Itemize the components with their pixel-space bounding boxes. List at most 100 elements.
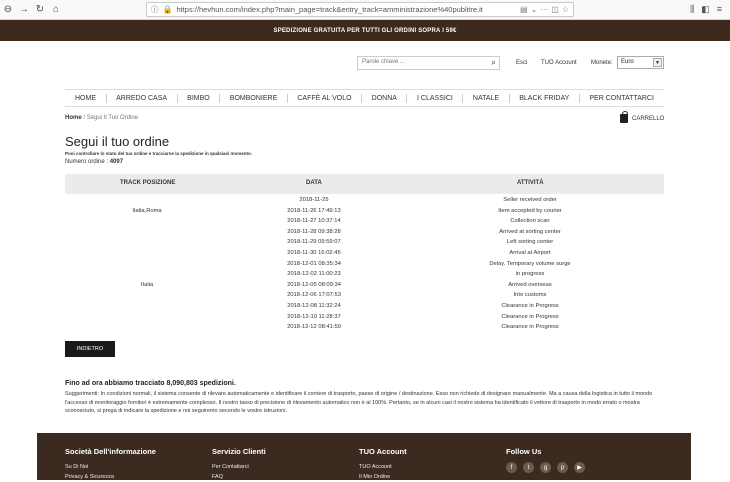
chevron-down-icon: ▼ [653, 58, 662, 67]
forward-icon[interactable]: → [16, 4, 32, 15]
page-title: Segui il tuo ordine [65, 134, 170, 149]
row-date: 2018-12-10 11:28:37 [287, 313, 341, 320]
row-activity: Clearance in Progress [501, 324, 559, 331]
more-icon[interactable]: ··· [540, 5, 548, 14]
row-position: Italia,Roma [132, 207, 162, 214]
row-date: 2018-12-05 08:09:34 [287, 281, 341, 288]
cart-link[interactable]: CARRELLO [620, 111, 665, 123]
browser-toolbar: ⊖ → ↻ ⌂ ⓘ 🔒 https://hevhun.com/index.php… [0, 0, 730, 20]
row-activity: Clearance in Progress [501, 303, 559, 309]
row-activity: Clearance in Progress [501, 313, 559, 320]
row-activity: in progress [515, 271, 545, 278]
menu-icon[interactable]: ≡ [717, 4, 722, 15]
url-bar[interactable]: ⓘ 🔒 https://hevhun.com/index.php?main_pa… [146, 2, 574, 17]
youtube-icon[interactable]: ▶ [574, 462, 585, 473]
header-activity: ATTIVITÀ [517, 180, 544, 186]
footer-col-info: Società Dell'informazione Su Di Noi Priv… [65, 447, 156, 482]
library-icon[interactable]: ⫼ [690, 4, 694, 15]
pinterest-icon[interactable]: p [557, 462, 568, 473]
pocket-icon[interactable]: ◫ [551, 5, 559, 14]
stats-text: Fino ad ora abbiamo tracciato 8,090,803 … [65, 380, 236, 387]
row-date: 2018-12-01 08:35:34 [287, 260, 341, 267]
home-icon[interactable]: ⌂ [48, 4, 64, 15]
nav-contatti[interactable]: PER CONTATTARCI [589, 95, 654, 102]
search-icon[interactable]: ⌕ [491, 57, 496, 68]
footer-link[interactable]: Privacy & Sicurezza [65, 472, 156, 482]
order-value: 4097 [109, 159, 124, 165]
footer-link[interactable]: Il Mio Ordine [359, 472, 407, 482]
nav-bomboniere[interactable]: BOMBONIERE [230, 95, 277, 102]
row-date: 2018-11-26 17:49:13 [287, 207, 341, 214]
nav-home[interactable]: HOME [75, 95, 96, 102]
currency-value: Euro [621, 59, 634, 65]
footer-link[interactable]: FAQ [212, 472, 266, 482]
nav-black-friday[interactable]: BLACK FRIDAY [519, 95, 569, 102]
social-icons: f t g p ▶ [506, 462, 585, 473]
order-number: Numero ordine : 4097 [65, 159, 123, 165]
row-activity: Arrival at Airport [509, 250, 551, 256]
nav-donna[interactable]: DONNA [372, 95, 397, 102]
currency-select[interactable]: Euro ▼ [617, 56, 664, 69]
footer-link[interactable]: Per Contattarci [212, 462, 266, 472]
reload-icon[interactable]: ↻ [32, 4, 48, 15]
nav-natale[interactable]: NATALE [473, 95, 499, 102]
facebook-icon[interactable]: f [506, 462, 517, 473]
nav-caffe[interactable]: CAFFÈ AL VOLO [297, 95, 351, 102]
row-date: 2018-12-12 08:41:50 [287, 324, 341, 331]
bookmark-star-icon[interactable]: ☆ [562, 5, 569, 14]
search-placeholder: Parole chiave ... [362, 59, 406, 65]
row-activity: Collection scan [510, 218, 550, 225]
row-activity: Seller received order [503, 197, 557, 203]
account-link[interactable]: TUO Account [541, 60, 577, 66]
shopping-bag-icon [620, 111, 628, 123]
row-date: 2018-11-30 16:02:45 [287, 250, 341, 256]
footer-col-title: Servizio Clienti [212, 447, 266, 456]
row-activity: Arrived at sorting center [499, 228, 561, 235]
promo-banner: SPEDIZIONE GRATUITA PER TUTTI GLI ORDINI… [0, 20, 730, 41]
search-input[interactable]: Parole chiave ... ⌕ [357, 56, 500, 70]
nav-classici[interactable]: I CLASSICI [417, 95, 453, 102]
nav-arredo-casa[interactable]: ARREDO CASA [116, 95, 167, 102]
footer: Società Dell'informazione Su Di Noi Priv… [37, 433, 691, 480]
info-icon[interactable]: ⓘ [151, 4, 159, 15]
reader-view-icon[interactable]: ▤ [520, 5, 528, 14]
footer-col-title: Follow Us [506, 447, 542, 456]
footer-col-account: TUO Account TUO Account Il Mio Ordine [359, 447, 407, 482]
row-activity: Into customs [513, 292, 547, 299]
row-date: 2018-11-29 09:59:07 [287, 239, 341, 246]
row-position: Italia [140, 281, 154, 288]
back-icon[interactable]: ⊖ [0, 4, 16, 15]
table-header: TRACK POSIZIONE DATA ATTIVITÀ [65, 174, 664, 194]
breadcrumb: Home / Segui Il Tuo Ordine [65, 115, 139, 121]
currency-label: Monete: [591, 60, 613, 66]
footer-col-title: TUO Account [359, 447, 407, 456]
row-activity: Item accepted by courier [498, 207, 562, 214]
footer-col-follow: Follow Us f t g p ▶ [506, 447, 585, 473]
cart-label: CARRELLO [632, 115, 665, 122]
suggestion-note: Suggerimenti: In condizioni normali, il … [65, 391, 653, 414]
footer-link[interactable]: Su Di Noi [65, 462, 156, 472]
back-button[interactable]: INDIETRO [65, 341, 115, 357]
chevron-down-icon[interactable]: ⌄ [531, 5, 538, 14]
sidebar-icon[interactable]: ◧ [701, 4, 710, 15]
row-activity: Delay. Temporary volume surge [489, 260, 571, 267]
breadcrumb-home[interactable]: Home [65, 115, 82, 121]
twitter-icon[interactable]: t [523, 462, 534, 473]
page-subtitle: Puoi controllare lo stato del tuo ordine… [65, 151, 253, 156]
google-plus-icon[interactable]: g [540, 462, 551, 473]
main-nav: HOME ARREDO CASA BIMBO BOMBONIERE CAFFÈ … [65, 89, 664, 107]
logout-link[interactable]: Esci [516, 60, 527, 66]
row-activity: Arrived overseas [508, 281, 552, 288]
url-text[interactable]: https://hevhun.com/index.php?main_page=t… [176, 5, 517, 14]
row-date: 2018-11-27 10:37:14 [287, 218, 341, 225]
order-label: Numero ordine : [65, 159, 109, 165]
footer-link[interactable]: TUO Account [359, 462, 407, 472]
row-date: 2018-12-06 17:07:53 [287, 292, 341, 299]
breadcrumb-current: Segui Il Tuo Ordine [86, 115, 139, 121]
row-date: 2018-12-02 11:00:23 [287, 271, 341, 278]
nav-bimbo[interactable]: BIMBO [187, 95, 210, 102]
row-date: 2018-11-25 [299, 197, 329, 203]
row-date: 2018-11-28 09:38:28 [287, 228, 341, 235]
header-position: TRACK POSIZIONE [120, 180, 176, 186]
lock-icon: 🔒 [162, 5, 173, 14]
